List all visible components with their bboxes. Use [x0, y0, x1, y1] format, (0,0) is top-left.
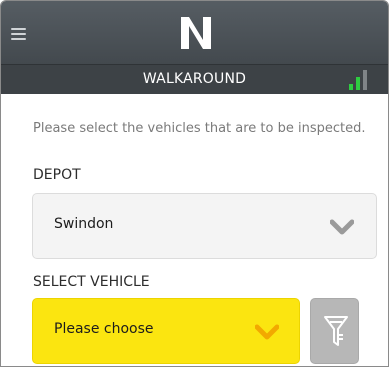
section-header-bar: WALKAROUND [1, 64, 388, 94]
instruction-text: Please select the vehicles that are to b… [33, 121, 366, 136]
page-title: WALKAROUND [142, 71, 247, 87]
signal-bar [356, 77, 360, 90]
depot-select[interactable]: Swindon [32, 193, 377, 259]
signal-strength-icon [349, 68, 371, 90]
vehicle-select-value: Please choose [54, 321, 154, 337]
logo-icon [181, 17, 211, 49]
select-vehicle-label: SELECT VEHICLE [33, 274, 150, 290]
chevron-down-icon [255, 324, 279, 340]
hamburger-menu-icon[interactable] [11, 28, 26, 40]
depot-label: DEPOT [33, 167, 81, 183]
chevron-down-icon [330, 219, 354, 235]
signal-bar [363, 70, 367, 90]
signal-bar [349, 84, 353, 90]
top-navigation-bar [1, 1, 388, 64]
funnel-filter-icon [324, 316, 348, 346]
depot-select-value: Swindon [54, 216, 114, 232]
filter-button[interactable] [310, 298, 359, 364]
vehicle-select[interactable]: Please choose [32, 298, 300, 364]
app-window: WALKAROUND Please select the vehicles th… [0, 0, 389, 367]
